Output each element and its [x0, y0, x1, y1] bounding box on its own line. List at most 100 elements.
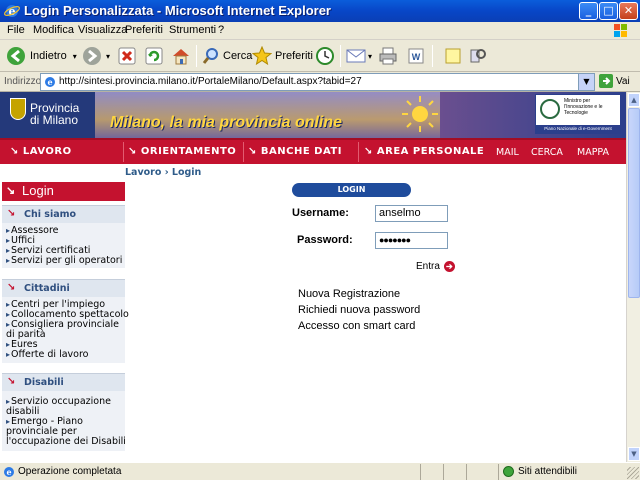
menu-preferiti[interactable]: Preferiti [125, 24, 163, 36]
refresh-button[interactable] [145, 44, 163, 68]
favorites-button[interactable]: Preferiti [252, 44, 313, 68]
menu-strumenti[interactable]: Strumenti [169, 24, 216, 36]
sidebar-section-chi-siamo[interactable]: ↘ Chi siamo [2, 205, 125, 223]
sun-icon [402, 96, 438, 132]
password-input[interactable]: ●●●●●●● [375, 232, 448, 249]
nav-banche-dati[interactable]: ↘ BANCHE DATI [248, 146, 342, 157]
svg-text:e: e [6, 467, 11, 477]
nav-orientamento[interactable]: ↘ ORIENTAMENTO [128, 146, 236, 157]
toolbar-separator [196, 45, 197, 67]
page-content: Provincia di Milano Milano, la mia provi… [0, 92, 626, 462]
print-button[interactable] [378, 44, 398, 68]
sidebar-section-body: ▸Servizio occupazione disabili ▸Emergo -… [2, 391, 126, 451]
arrow-icon: ↘ [7, 376, 16, 387]
enter-button[interactable]: Entra ➔ [416, 261, 455, 272]
sidebar-login-header[interactable]: ↘ Login [2, 182, 125, 201]
smart-card-link[interactable]: Accesso con smart card [298, 320, 415, 332]
sidebar-section-body: ▸Centri per l'impiego ▸Collocamento spet… [2, 297, 129, 363]
sidebar-section-cittadini[interactable]: ↘ Cittadini [2, 279, 125, 297]
forward-arrow-icon [83, 47, 101, 65]
nav-area-personale-label: AREA PERSONALE [376, 146, 485, 157]
nav-cerca[interactable]: CERCA [531, 147, 563, 158]
ministry-logo[interactable]: Ministro per l'Innovazione e le Tecnolog… [535, 94, 621, 134]
sidebar-link-label: Servizi per gli operatori [11, 255, 123, 266]
mail-icon [346, 49, 366, 63]
favorites-label: Preferiti [275, 50, 313, 62]
windows-logo-icon [614, 24, 627, 37]
back-button[interactable]: Indietro ▾ [6, 44, 77, 68]
back-label: Indietro [30, 50, 67, 62]
forward-button[interactable]: ▾ [82, 44, 110, 68]
go-button[interactable]: Vai [599, 74, 630, 88]
password-label: Password: [297, 234, 353, 246]
toolbar-separator [432, 45, 433, 67]
nav-mail[interactable]: MAIL [496, 147, 519, 158]
address-input[interactable]: e http://sintesi.provincia.milano.it/Por… [40, 73, 595, 91]
menu-help[interactable]: ? [218, 24, 224, 36]
section-title: Cittadini [24, 283, 70, 294]
nav-area-personale[interactable]: ↘ AREA PERSONALE [364, 146, 484, 157]
menu-file[interactable]: File [7, 24, 25, 36]
mail-button[interactable]: ▾ [346, 44, 372, 68]
refresh-icon [145, 47, 163, 65]
vertical-scrollbar[interactable]: ▲ ▼ [626, 92, 640, 462]
home-button[interactable] [171, 44, 191, 68]
go-label: Vai [616, 75, 630, 87]
discuss-button[interactable] [444, 44, 462, 68]
forward-dropdown-icon[interactable]: ▾ [106, 52, 110, 61]
menu-modifica[interactable]: Modifica [33, 24, 74, 36]
sidebar-item-offerte[interactable]: ▸Offerte di lavoro [6, 350, 88, 360]
status-divider [420, 464, 421, 480]
sidebar-item-emergo-cont[interactable]: l'occupazione dei Disabili [6, 437, 126, 447]
messenger-button[interactable] [468, 44, 488, 68]
arrow-icon: ↘ [7, 282, 16, 293]
maximize-button[interactable]: □ [599, 2, 618, 20]
svg-text:e: e [47, 77, 52, 87]
sidebar-link-label: Offerte di lavoro [11, 349, 89, 360]
provincia-logo[interactable]: Provincia di Milano [0, 92, 95, 138]
provincia-name: Provincia di Milano [30, 102, 79, 126]
security-zone[interactable]: Siti attendibili [498, 464, 626, 480]
menu-visualizza[interactable]: Visualizza [78, 24, 127, 36]
search-button[interactable]: Cerca [202, 44, 252, 68]
stop-button[interactable] [118, 44, 136, 68]
sidebar-item-servizi-operatori[interactable]: ▸Servizi per gli operatori [6, 256, 122, 266]
chevron-right-icon: ↘ [10, 146, 19, 157]
back-dropdown-icon[interactable]: ▾ [73, 52, 77, 61]
toolbar: Indietro ▾ ▾ Cerca Preferiti ▾ W [0, 40, 640, 72]
scroll-thumb[interactable] [628, 108, 640, 298]
mail-dropdown-icon[interactable]: ▾ [368, 52, 372, 61]
scroll-up-icon[interactable]: ▲ [628, 93, 640, 107]
minimize-button[interactable]: _ [579, 2, 598, 20]
nav-orientamento-label: ORIENTAMENTO [140, 146, 237, 157]
new-registration-link[interactable]: Nuova Registrazione [298, 288, 400, 300]
close-button[interactable]: ✕ [619, 2, 638, 20]
request-password-link[interactable]: Richiedi nuova password [298, 304, 420, 316]
site-banner: Provincia di Milano Milano, la mia provi… [0, 92, 626, 138]
username-input[interactable]: anselmo [375, 205, 448, 222]
search-icon [202, 48, 218, 64]
address-dropdown-icon[interactable]: ▼ [578, 74, 594, 90]
nav-lavoro-label: LAVORO [22, 146, 72, 157]
status-text: Operazione completata [18, 466, 122, 477]
nav-lavoro[interactable]: ↘ LAVORO [10, 146, 72, 157]
zone-text: Siti attendibili [518, 466, 577, 477]
history-button[interactable] [315, 44, 335, 68]
resize-grip[interactable] [627, 467, 639, 479]
nav-divider [243, 142, 244, 162]
page-done-icon: e [4, 467, 14, 477]
scroll-down-icon[interactable]: ▼ [628, 447, 640, 461]
coat-of-arms-icon [10, 98, 26, 120]
title-bar: e Login Personalizzata - Microsoft Inter… [0, 0, 640, 22]
breadcrumb[interactable]: Lavoro › Login [125, 167, 201, 178]
username-label: Username: [292, 207, 349, 219]
go-arrow-icon [599, 74, 613, 88]
go-arrow-icon: ➔ [443, 261, 455, 272]
arrow-icon: ↘ [7, 208, 16, 219]
sidebar-section-disabili[interactable]: ↘ Disabili [2, 373, 125, 391]
internet-explorer-icon: e [4, 5, 20, 18]
arrow-icon: ↘ [6, 185, 16, 197]
history-icon [316, 47, 334, 65]
edit-button[interactable]: W [407, 44, 425, 68]
nav-mappa[interactable]: MAPPA [577, 147, 609, 158]
